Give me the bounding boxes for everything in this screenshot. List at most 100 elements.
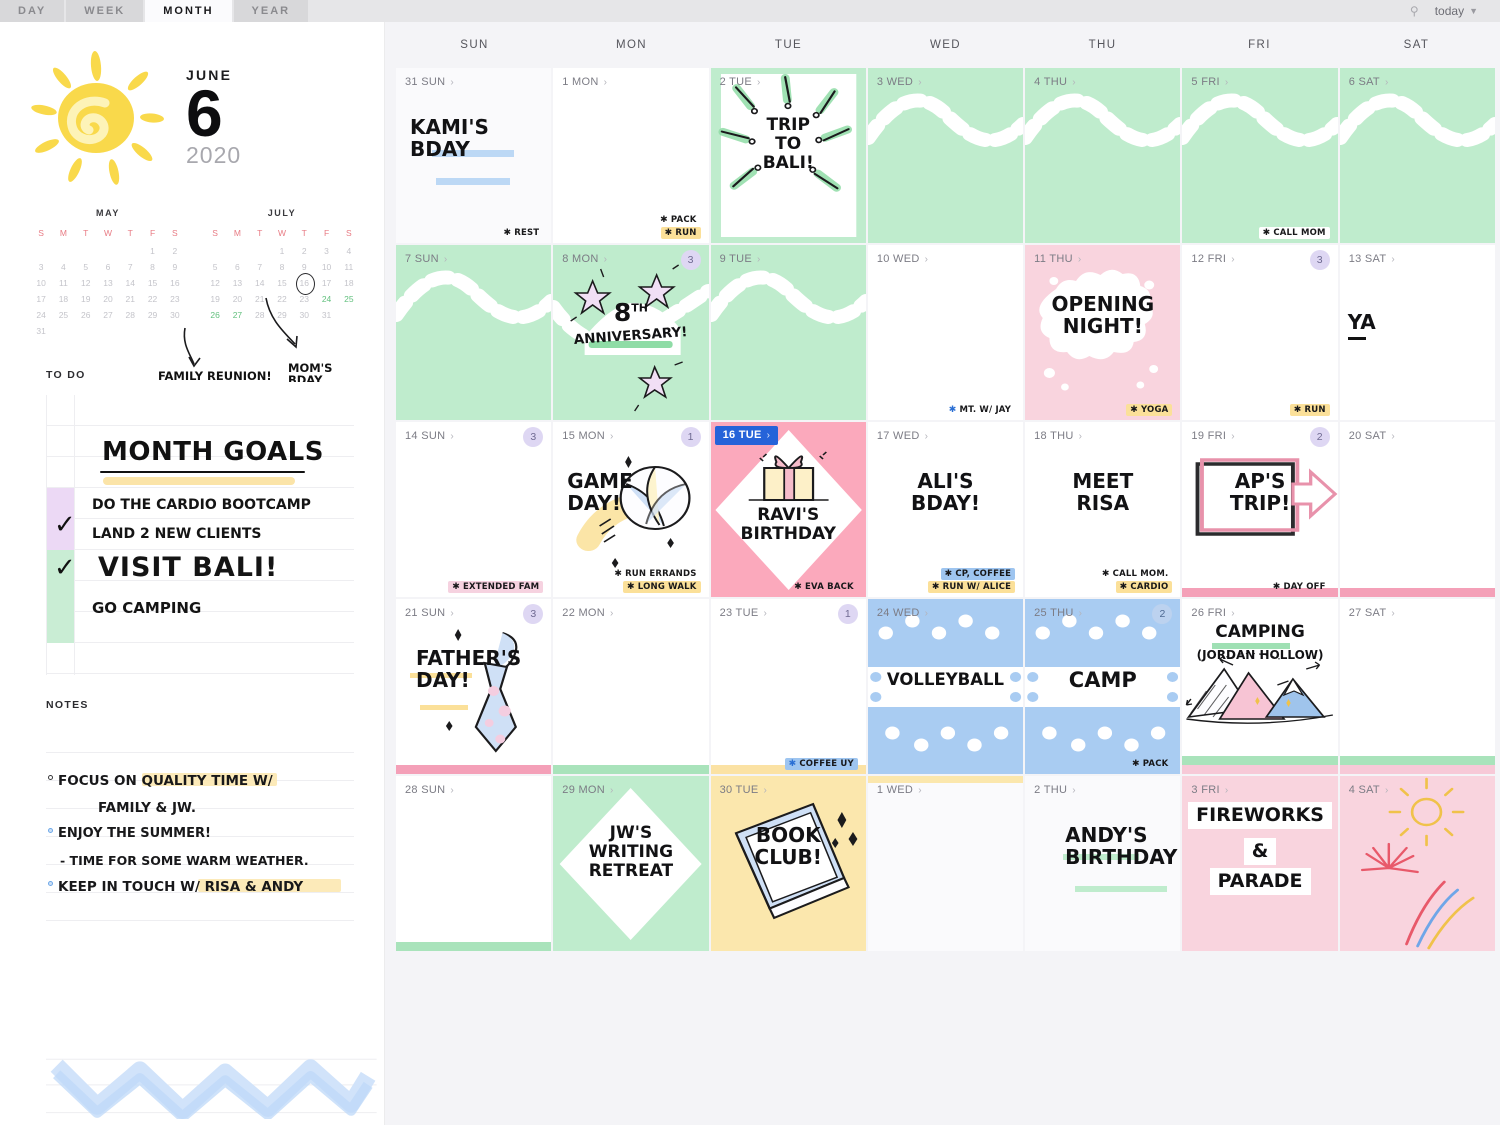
calendar-cell-21-sun[interactable]: 21 SUN › 3 FATHER'S DAY! bbox=[396, 599, 552, 774]
cell-date-header[interactable]: 3 FRI › bbox=[1191, 784, 1228, 796]
calendar-cell-12-fri[interactable]: 12 FRI › 3 ✱ RUN bbox=[1182, 245, 1338, 420]
calendar-cell-3-fri[interactable]: 3 FRI › FIREWORKS & PARADE bbox=[1182, 776, 1338, 951]
calendar-cell-1-mon[interactable]: 1 MON › ✱ PACK ✱ RUN bbox=[553, 68, 709, 243]
cell-task-0[interactable]: ✱ YOGA bbox=[1126, 404, 1173, 416]
mini-day-jul-6[interactable]: 6 bbox=[226, 259, 248, 275]
calendar-cell-2-thu[interactable]: 2 THU › ANDY'S BIRTHDAY! bbox=[1025, 776, 1181, 951]
cell-event-count-badge[interactable]: 2 bbox=[1309, 427, 1330, 447]
mini-day-jul-22[interactable]: 22 bbox=[271, 291, 293, 307]
calendar-cell-19-fri[interactable]: 19 FRI › 2 AP'S TRIP! ✱ DAY OFF bbox=[1182, 422, 1338, 597]
mini-day-jul-31[interactable]: 31 bbox=[315, 307, 337, 323]
cell-date-header[interactable]: 14 SUN › bbox=[405, 430, 454, 442]
mini-day-jul-15[interactable]: 15 bbox=[271, 275, 293, 291]
cell-task-1[interactable]: ✱ RUN W/ ALICE bbox=[927, 581, 1016, 593]
calendar-cell-26-fri[interactable]: 26 FRI › CAMPING (JORDAN HOLLOW) bbox=[1182, 599, 1338, 774]
calendar-cell-31-sun[interactable]: 31 SUN › KAMI'S BDAY ✱ REST bbox=[396, 68, 552, 243]
cell-date-header[interactable]: 5 FRI › bbox=[1191, 76, 1228, 88]
mini-day-may-20[interactable]: 20 bbox=[97, 291, 119, 307]
cell-date-header[interactable]: 19 FRI › bbox=[1191, 430, 1234, 442]
mini-day-jul-7[interactable]: 7 bbox=[249, 259, 271, 275]
cell-date-header[interactable]: 17 WED › bbox=[877, 430, 928, 442]
mini-day-jul-3[interactable]: 3 bbox=[315, 243, 337, 259]
mini-day-jul-8[interactable]: 8 bbox=[271, 259, 293, 275]
todo-item-0[interactable]: DO THE CARDIO BOOTCAMP bbox=[92, 497, 311, 513]
mini-day-jul-18[interactable]: 18 bbox=[338, 275, 360, 291]
mini-day-jul-27[interactable]: 27 bbox=[226, 307, 248, 323]
cell-task-1[interactable]: ✱ RUN bbox=[660, 227, 701, 239]
cell-date-header[interactable]: 27 SAT › bbox=[1349, 607, 1395, 619]
calendar-cell-23-tue[interactable]: 23 TUE › 1 ✱ COFFEE UY bbox=[710, 599, 866, 774]
mini-day-jul-12[interactable]: 12 bbox=[204, 275, 226, 291]
cell-task-0[interactable]: ✱ MT. W/ JAY bbox=[945, 404, 1015, 416]
mini-day-may-17[interactable]: 17 bbox=[30, 291, 52, 307]
cell-date-header[interactable]: 10 WED › bbox=[877, 253, 928, 265]
todo-item-3[interactable]: GO CAMPING bbox=[92, 599, 201, 617]
mini-day-jul-4[interactable]: 4 bbox=[338, 243, 360, 259]
mini-day-may-24[interactable]: 24 bbox=[30, 307, 52, 323]
cell-date-header[interactable]: 18 THU › bbox=[1034, 430, 1082, 442]
cell-date-header[interactable]: 22 MON › bbox=[562, 607, 613, 619]
mini-day-may-1[interactable]: 1 bbox=[141, 243, 163, 259]
mini-day-may-8[interactable]: 8 bbox=[141, 259, 163, 275]
todo-panel[interactable]: MONTH GOALS ✓ ✓ DO THE CARDIO BOOTCAMP L… bbox=[46, 395, 354, 675]
mini-day-may-19[interactable]: 19 bbox=[75, 291, 97, 307]
note-line-3[interactable]: - TIME FOR SOME WARM WEATHER. bbox=[60, 853, 309, 868]
mini-day-may-12[interactable]: 12 bbox=[75, 275, 97, 291]
mini-day-may-23[interactable]: 23 bbox=[164, 291, 186, 307]
cell-date-header[interactable]: 26 FRI › bbox=[1191, 607, 1234, 619]
calendar-cell-18-thu[interactable]: 18 THU › MEET RISA ✱ CALL MOM. ✱ CARDIO bbox=[1025, 422, 1181, 597]
mini-day-jul-17[interactable]: 17 bbox=[315, 275, 337, 291]
mini-day-may-9[interactable]: 9 bbox=[164, 259, 186, 275]
cell-task-0[interactable]: ✱ REST bbox=[499, 227, 543, 239]
mini-day-jul-25[interactable]: 25 bbox=[338, 291, 360, 307]
note-line-4[interactable]: KEEP IN TOUCH W/ RISA & ANDY bbox=[58, 879, 303, 895]
mini-day-jul-2[interactable]: 2 bbox=[293, 243, 315, 259]
cell-date-header[interactable]: 24 WED › bbox=[877, 607, 928, 619]
mini-day-jul-21[interactable]: 21 bbox=[249, 291, 271, 307]
mini-day-jul-29[interactable]: 29 bbox=[271, 307, 293, 323]
mini-day-jul-24[interactable]: 24 bbox=[315, 291, 337, 307]
note-line-1[interactable]: FAMILY & JW. bbox=[98, 800, 196, 816]
cell-event-count-badge[interactable]: 1 bbox=[680, 427, 701, 447]
cell-date-header[interactable]: 6 SAT › bbox=[1349, 76, 1389, 88]
calendar-cell-27-sat[interactable]: 27 SAT › bbox=[1339, 599, 1495, 774]
cell-date-header[interactable]: 2 TUE › bbox=[720, 76, 761, 88]
mini-day-may-7[interactable]: 7 bbox=[119, 259, 141, 275]
calendar-cell-6-sat[interactable]: 6 SAT › bbox=[1339, 68, 1495, 243]
calendar-cell-11-thu[interactable]: 11 THU › OPENING NIGHT! ✱ YOGA bbox=[1025, 245, 1181, 420]
search-icon[interactable]: ⚲ bbox=[1410, 4, 1419, 18]
calendar-cell-22-mon[interactable]: 22 MON › bbox=[553, 599, 709, 774]
mini-day-may-28[interactable]: 28 bbox=[119, 307, 141, 323]
mini-day-jul-1[interactable]: 1 bbox=[271, 243, 293, 259]
cell-task-0[interactable]: ✱ RUN ERRANDS bbox=[610, 568, 700, 580]
cell-date-header[interactable]: 9 TUE › bbox=[720, 253, 761, 265]
mini-day-may-21[interactable]: 21 bbox=[119, 291, 141, 307]
cell-task-1[interactable]: ✱ CARDIO bbox=[1115, 581, 1173, 593]
cell-event-count-badge[interactable]: 3 bbox=[680, 250, 701, 270]
cell-date-header[interactable]: 8 MON › bbox=[562, 253, 607, 265]
mini-day-may-16[interactable]: 16 bbox=[164, 275, 186, 291]
calendar-cell-2-tue[interactable]: 2 TUE › TRIP TO BALI! bbox=[710, 68, 866, 243]
mini-calendar-may[interactable]: MAY S M T W T F S 1 2 3 4 5 6 7 8 9 10 11 12 13 14 15 16 17 18 19… bbox=[30, 208, 186, 339]
calendar-cell-9-tue[interactable]: 9 TUE › bbox=[710, 245, 866, 420]
mini-day-may-4[interactable]: 4 bbox=[52, 259, 74, 275]
calendar-cell-28-sun[interactable]: 28 SUN › bbox=[396, 776, 552, 951]
todo-check-2[interactable]: ✓ bbox=[54, 555, 76, 581]
calendar-cell-15-mon[interactable]: 15 MON › 1 GAME DAY! ✱ RUN ERRANDS ✱ LONG WALK bbox=[553, 422, 709, 597]
calendar-cell-14-sun[interactable]: 14 SUN › 3 ✱ EXTENDED FAM bbox=[396, 422, 552, 597]
cell-date-header[interactable]: 25 THU › bbox=[1034, 607, 1082, 619]
calendar-cell-25-thu[interactable]: 25 THU › 2 CAMP ✱ PACK bbox=[1025, 599, 1181, 774]
cell-task-0[interactable]: ✱ EXTENDED FAM bbox=[448, 581, 544, 593]
calendar-cell-1-wed[interactable]: 1 WED › bbox=[867, 776, 1024, 951]
note-line-2[interactable]: ENJOY THE SUMMER! bbox=[58, 826, 211, 841]
cell-date-header[interactable]: 20 SAT › bbox=[1349, 430, 1395, 442]
cell-date-header[interactable]: 30 TUE › bbox=[720, 784, 767, 796]
cell-date-header[interactable]: 28 SUN › bbox=[405, 784, 454, 796]
cell-date-header[interactable]: 2 THU › bbox=[1034, 784, 1075, 796]
mini-day-may-18[interactable]: 18 bbox=[52, 291, 74, 307]
cell-date-header[interactable]: 23 TUE › bbox=[720, 607, 767, 619]
today-button[interactable]: today ▼ bbox=[1435, 4, 1478, 18]
mini-day-may-25[interactable]: 25 bbox=[52, 307, 74, 323]
calendar-cell-13-sat[interactable]: 13 SAT › YA bbox=[1339, 245, 1495, 420]
cell-date-header[interactable]: 3 WED › bbox=[877, 76, 922, 88]
